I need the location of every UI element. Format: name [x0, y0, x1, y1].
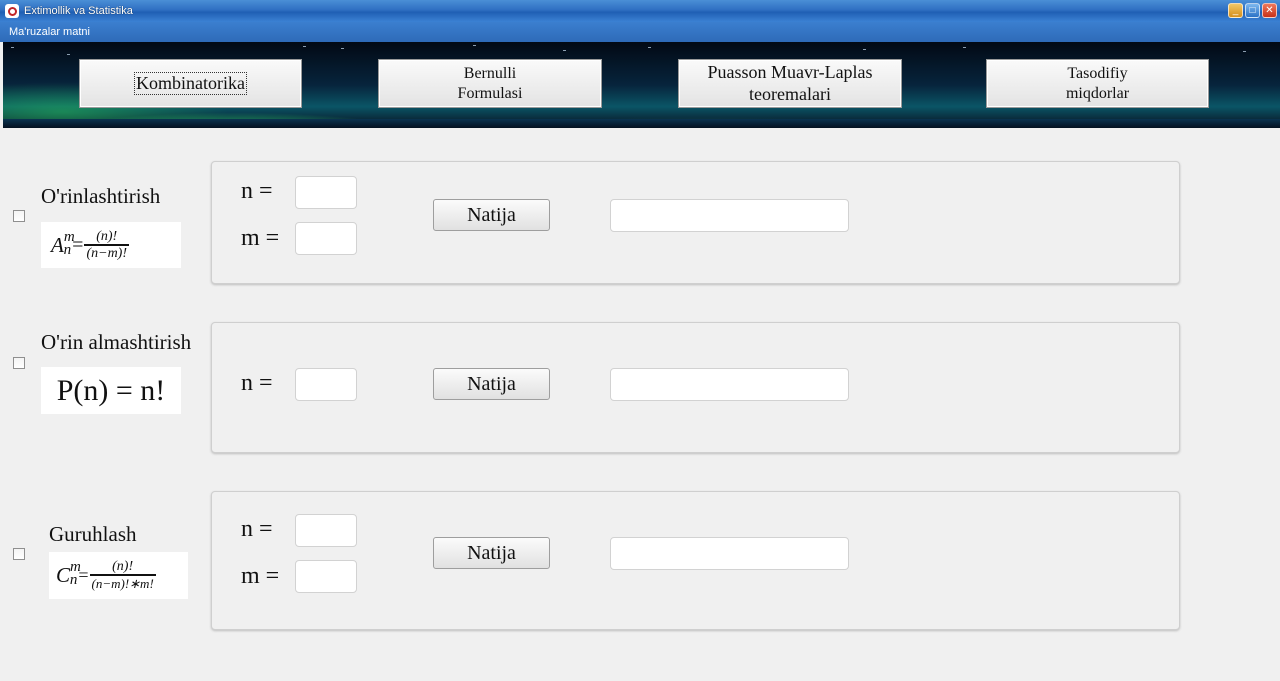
orin-almashtirish-label: O'rin almashtirish — [41, 330, 192, 354]
window-title: Extimollik va Statistika — [24, 5, 133, 17]
bernulli-label-line2: Formulasi — [457, 84, 523, 102]
permutation-formula: P(n) = n! — [41, 367, 181, 414]
kombinatorika-button[interactable]: Kombinatorika — [79, 59, 302, 108]
maximize-icon[interactable]: □ — [1245, 3, 1260, 18]
bernulli-label-line1: Bernulli — [463, 65, 517, 83]
menu-bar: Ma'ruzalar matni — [0, 22, 1280, 42]
puasson-label-line1: Puasson Muavr-Laplas — [707, 62, 873, 82]
menu-item-maruzalar[interactable]: Ma'ruzalar matni — [9, 26, 90, 38]
tasodifiy-label-line2: miqdorlar — [1065, 84, 1130, 102]
guruhlash-natija-button[interactable]: Natija — [433, 537, 550, 569]
puasson-label-line2: teoremalari — [749, 83, 831, 104]
minimize-icon[interactable]: _ — [1228, 3, 1243, 18]
bernulli-button[interactable]: Bernulli Formulasi — [378, 59, 602, 108]
guruhlash-n-input[interactable] — [295, 514, 357, 547]
puasson-button[interactable]: Puasson Muavr-Laplas teoremalari — [678, 59, 902, 108]
orin-almashtirish-natija-button[interactable]: Natija — [433, 368, 550, 400]
guruhlash-m-input[interactable] — [295, 560, 357, 593]
window-titlebar: Extimollik va Statistika — [0, 0, 1280, 22]
guruhlash-checkbox[interactable] — [13, 548, 25, 560]
n-label: n = — [241, 516, 273, 542]
m-label: m = — [241, 563, 280, 589]
orinlashtirish-m-input[interactable] — [295, 222, 357, 255]
formula-numerator: (n)! — [112, 559, 134, 574]
close-icon[interactable]: ✕ — [1262, 3, 1277, 18]
formula-symbol: C — [56, 563, 71, 587]
orinlashtirish-result-field[interactable] — [610, 199, 849, 232]
formula-fraction: (n)! (n−m)!∗m! — [89, 559, 156, 592]
formula-fraction: (n)! (n−m)! — [84, 229, 129, 262]
guruhlash-label: Guruhlash — [49, 522, 137, 546]
formula-subscript: n — [63, 241, 72, 258]
orinlashtirish-label: O'rinlashtirish — [41, 184, 161, 208]
kombinatorika-label: Kombinatorika — [134, 71, 247, 96]
formula-denominator: (n−m)! — [84, 243, 129, 261]
orinlashtirish-checkbox[interactable] — [13, 210, 25, 222]
m-label: m = — [241, 225, 280, 251]
formula-numerator: (n)! — [96, 228, 118, 244]
n-label: n = — [241, 178, 273, 204]
app-icon — [5, 4, 19, 18]
formula-symbol: A — [51, 232, 64, 257]
tasodifiy-label-line1: Tasodifiy — [1067, 65, 1128, 83]
orin-almashtirish-result-field[interactable] — [610, 368, 849, 401]
orin-almashtirish-checkbox[interactable] — [13, 357, 25, 369]
combination-formula: C m n = (n)! (n−m)!∗m! — [49, 552, 188, 599]
guruhlash-result-field[interactable] — [610, 537, 849, 570]
formula-denominator: (n−m)!∗m! — [89, 574, 156, 591]
tasodifiy-button[interactable]: Tasodifiy miqdorlar — [986, 59, 1209, 108]
formula-subscript: n — [69, 572, 78, 588]
orinlashtirish-n-input[interactable] — [295, 176, 357, 209]
orinlashtirish-natija-button[interactable]: Natija — [433, 199, 550, 231]
placement-formula: A m n = (n)! (n−m)! — [41, 222, 181, 268]
n-label: n = — [241, 370, 273, 396]
orin-almashtirish-n-input[interactable] — [295, 368, 357, 401]
